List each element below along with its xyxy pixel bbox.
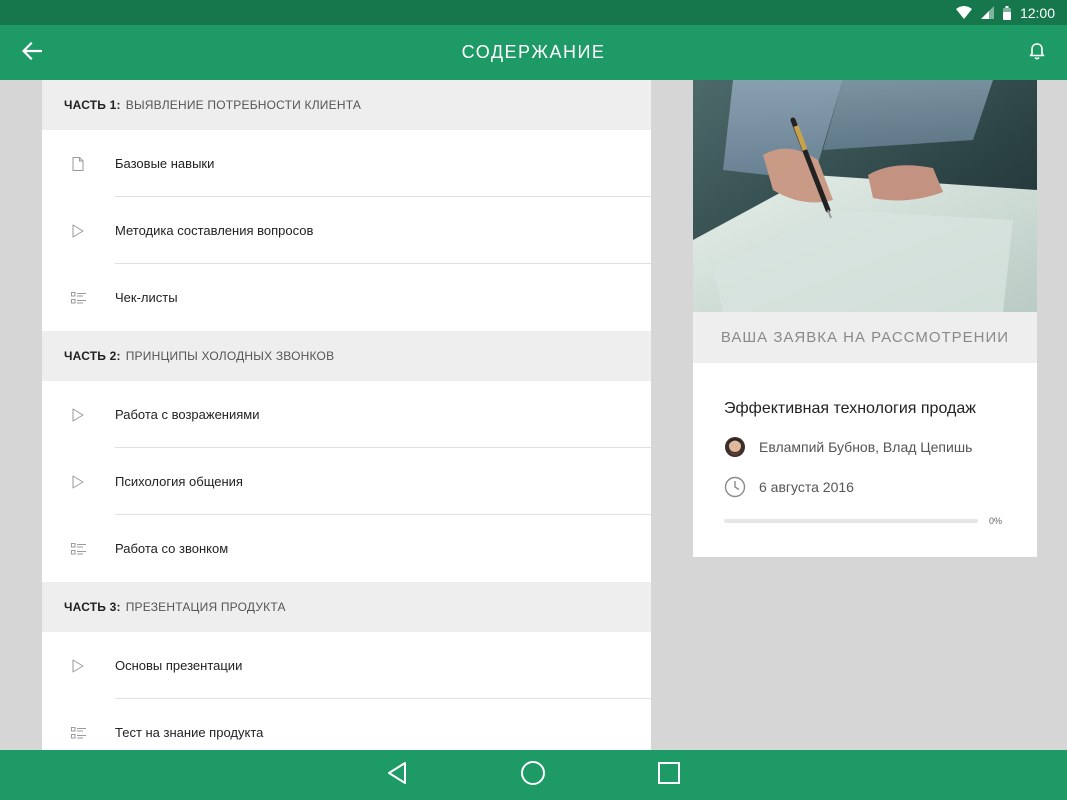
lesson-item[interactable]: Базовые навыки xyxy=(42,130,651,197)
progress-percent: 0% xyxy=(989,516,1003,526)
app-bar: СОДЕРЖАНИЕ xyxy=(0,25,1067,80)
play-icon xyxy=(70,223,86,239)
course-cover-image xyxy=(693,80,1037,312)
course-info: Эффективная технология продаж Евлампий Б… xyxy=(693,363,1037,526)
battery-icon xyxy=(1002,5,1011,20)
section-number: ЧАСТЬ 2: xyxy=(64,349,121,363)
system-navigation-bar xyxy=(0,750,1067,800)
lesson-item[interactable]: Тест на знание продукта xyxy=(42,699,651,750)
triangle-back-icon xyxy=(385,761,409,790)
checklist-icon xyxy=(70,290,86,306)
bell-icon xyxy=(1029,42,1045,65)
section-header: ЧАСТЬ 1: ВЫЯВЛЕНИЕ ПОТРЕБНОСТИ КЛИЕНТА xyxy=(42,80,651,130)
checklist-icon xyxy=(70,541,86,557)
status-bar: 12:00 xyxy=(0,0,1067,25)
lesson-item[interactable]: Основы презентации xyxy=(42,632,651,699)
section-title: ВЫЯВЛЕНИЕ ПОТРЕБНОСТИ КЛИЕНТА xyxy=(125,98,362,112)
section-number: ЧАСТЬ 1: xyxy=(64,98,121,112)
course-date-row: 6 августа 2016 xyxy=(724,476,1006,498)
lesson-label: Тест на знание продукта xyxy=(115,725,264,740)
application-status-banner: ВАША ЗАЯВКА НА РАССМОТРЕНИИ xyxy=(693,312,1037,363)
contents-list: ЧАСТЬ 1: ВЫЯВЛЕНИЕ ПОТРЕБНОСТИ КЛИЕНТА Б… xyxy=(42,80,651,750)
lesson-label: Работа с возражениями xyxy=(115,407,260,422)
nav-recents-button[interactable] xyxy=(654,760,684,790)
play-icon xyxy=(70,407,86,423)
lesson-label: Базовые навыки xyxy=(115,156,215,171)
section-title: ПРЕЗЕНТАЦИЯ ПРОДУКТА xyxy=(125,600,286,614)
lesson-item[interactable]: Чек-листы xyxy=(42,264,651,331)
author-avatar-icon xyxy=(724,436,746,458)
lesson-item[interactable]: Работа с возражениями xyxy=(42,381,651,448)
signal-icon xyxy=(980,6,994,19)
course-authors: Евлампий Бубнов, Влад Цепишь xyxy=(759,439,973,455)
lesson-item[interactable]: Методика составления вопросов xyxy=(42,197,651,264)
play-icon xyxy=(70,474,86,490)
section-header: ЧАСТЬ 2: ПРИНЦИПЫ ХОЛОДНЫХ ЗВОНКОВ xyxy=(42,331,651,381)
circle-home-icon xyxy=(520,760,546,791)
course-date: 6 августа 2016 xyxy=(759,479,854,495)
nav-back-button[interactable] xyxy=(382,760,412,790)
lesson-label: Чек-листы xyxy=(115,290,178,305)
course-authors-row: Евлампий Бубнов, Влад Цепишь xyxy=(724,436,1006,458)
page-title: СОДЕРЖАНИЕ xyxy=(461,42,606,62)
nav-home-button[interactable] xyxy=(518,760,548,790)
course-title[interactable]: Эффективная технология продаж xyxy=(724,400,1006,418)
section-title: ПРИНЦИПЫ ХОЛОДНЫХ ЗВОНКОВ xyxy=(125,349,335,363)
progress-bar xyxy=(724,519,978,523)
clock-icon xyxy=(724,476,746,498)
course-progress: 0% xyxy=(724,516,1006,526)
status-icons: 12:00 xyxy=(955,0,1055,25)
document-icon xyxy=(70,156,86,172)
checklist-icon xyxy=(70,725,86,741)
section-header: ЧАСТЬ 3: ПРЕЗЕНТАЦИЯ ПРОДУКТА xyxy=(42,582,651,632)
status-time: 12:00 xyxy=(1019,4,1055,21)
section-number: ЧАСТЬ 3: xyxy=(64,600,121,614)
lesson-item[interactable]: Психология общения xyxy=(42,448,651,515)
lesson-item[interactable]: Работа со звонком xyxy=(42,515,651,582)
lesson-label: Методика составления вопросов xyxy=(115,223,314,238)
play-icon xyxy=(70,658,86,674)
course-card: ВАША ЗАЯВКА НА РАССМОТРЕНИИ Эффективная … xyxy=(693,80,1037,557)
notifications-button[interactable] xyxy=(1023,39,1051,67)
lesson-label: Основы презентации xyxy=(115,658,243,673)
lesson-label: Работа со звонком xyxy=(115,541,229,556)
wifi-icon xyxy=(955,6,972,19)
lesson-label: Психология общения xyxy=(115,474,243,489)
square-recents-icon xyxy=(657,761,681,790)
